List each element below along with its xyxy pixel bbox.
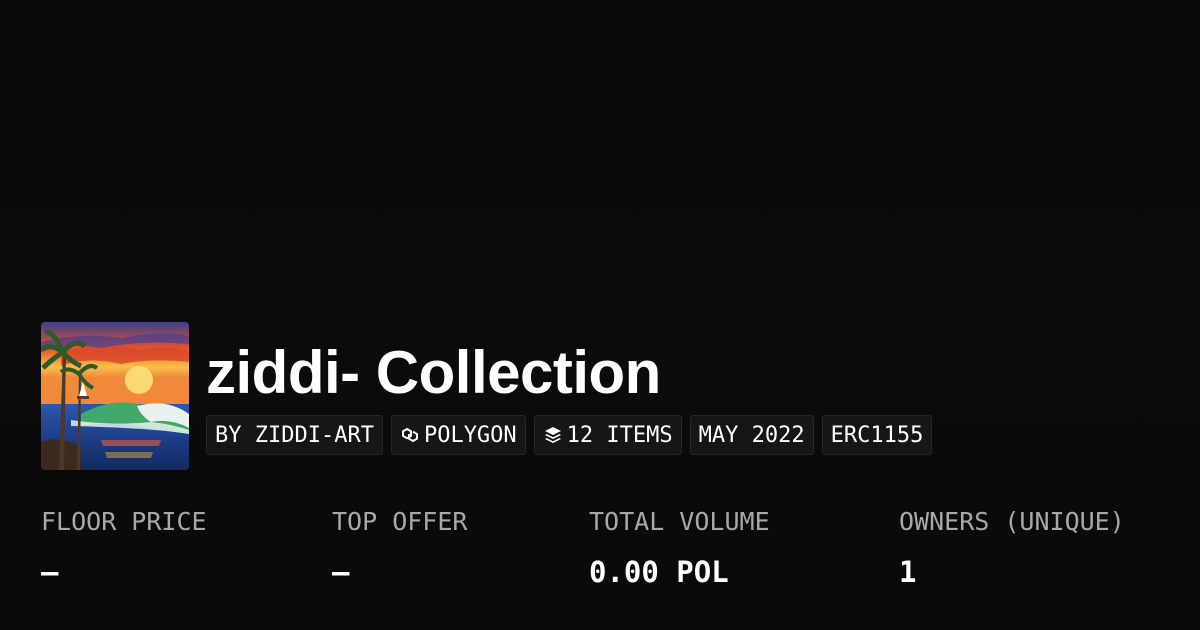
polygon-chain-icon <box>400 425 420 445</box>
owners-label: OWNERS (UNIQUE) <box>899 507 1125 536</box>
chain-label: POLYGON <box>423 422 517 448</box>
collection-avatar[interactable] <box>41 322 189 470</box>
standard-label: ERC1155 <box>830 422 924 448</box>
owners-stat: OWNERS (UNIQUE) 1 <box>899 500 1125 596</box>
standard-tag: ERC1155 <box>821 415 933 455</box>
total-volume-value: 0.00 POL <box>589 555 729 589</box>
collection-title: ziddi- Collection <box>206 339 661 406</box>
top-offer-label: TOP OFFER <box>332 507 468 536</box>
collection-tags: BY ZIDDI-ART POLYGON 12 ITEMS MAY 2022 E… <box>206 415 933 455</box>
top-offer-value: – <box>332 555 350 589</box>
date-label: MAY 2022 <box>698 422 805 448</box>
layers-icon <box>543 425 563 445</box>
floor-price-value: – <box>41 555 59 589</box>
seascape-painting-image <box>41 322 189 470</box>
items-tag[interactable]: 12 ITEMS <box>533 415 682 455</box>
creator-tag[interactable]: BY ZIDDI-ART <box>206 415 383 455</box>
items-label: 12 ITEMS <box>566 422 673 448</box>
floor-price-label: FLOOR PRICE <box>41 507 207 536</box>
date-tag: MAY 2022 <box>689 415 814 455</box>
collection-stats: FLOOR PRICE – TOP OFFER – TOTAL VOLUME 0… <box>41 500 1181 600</box>
floor-price-stat: FLOOR PRICE – <box>41 500 207 596</box>
top-offer-stat: TOP OFFER – <box>332 500 467 596</box>
owners-value: 1 <box>899 555 917 589</box>
total-volume-label: TOTAL VOLUME <box>589 507 770 536</box>
total-volume-stat: TOTAL VOLUME 0.00 POL <box>589 500 770 596</box>
creator-label: BY ZIDDI-ART <box>215 422 374 448</box>
chain-tag[interactable]: POLYGON <box>390 415 526 455</box>
